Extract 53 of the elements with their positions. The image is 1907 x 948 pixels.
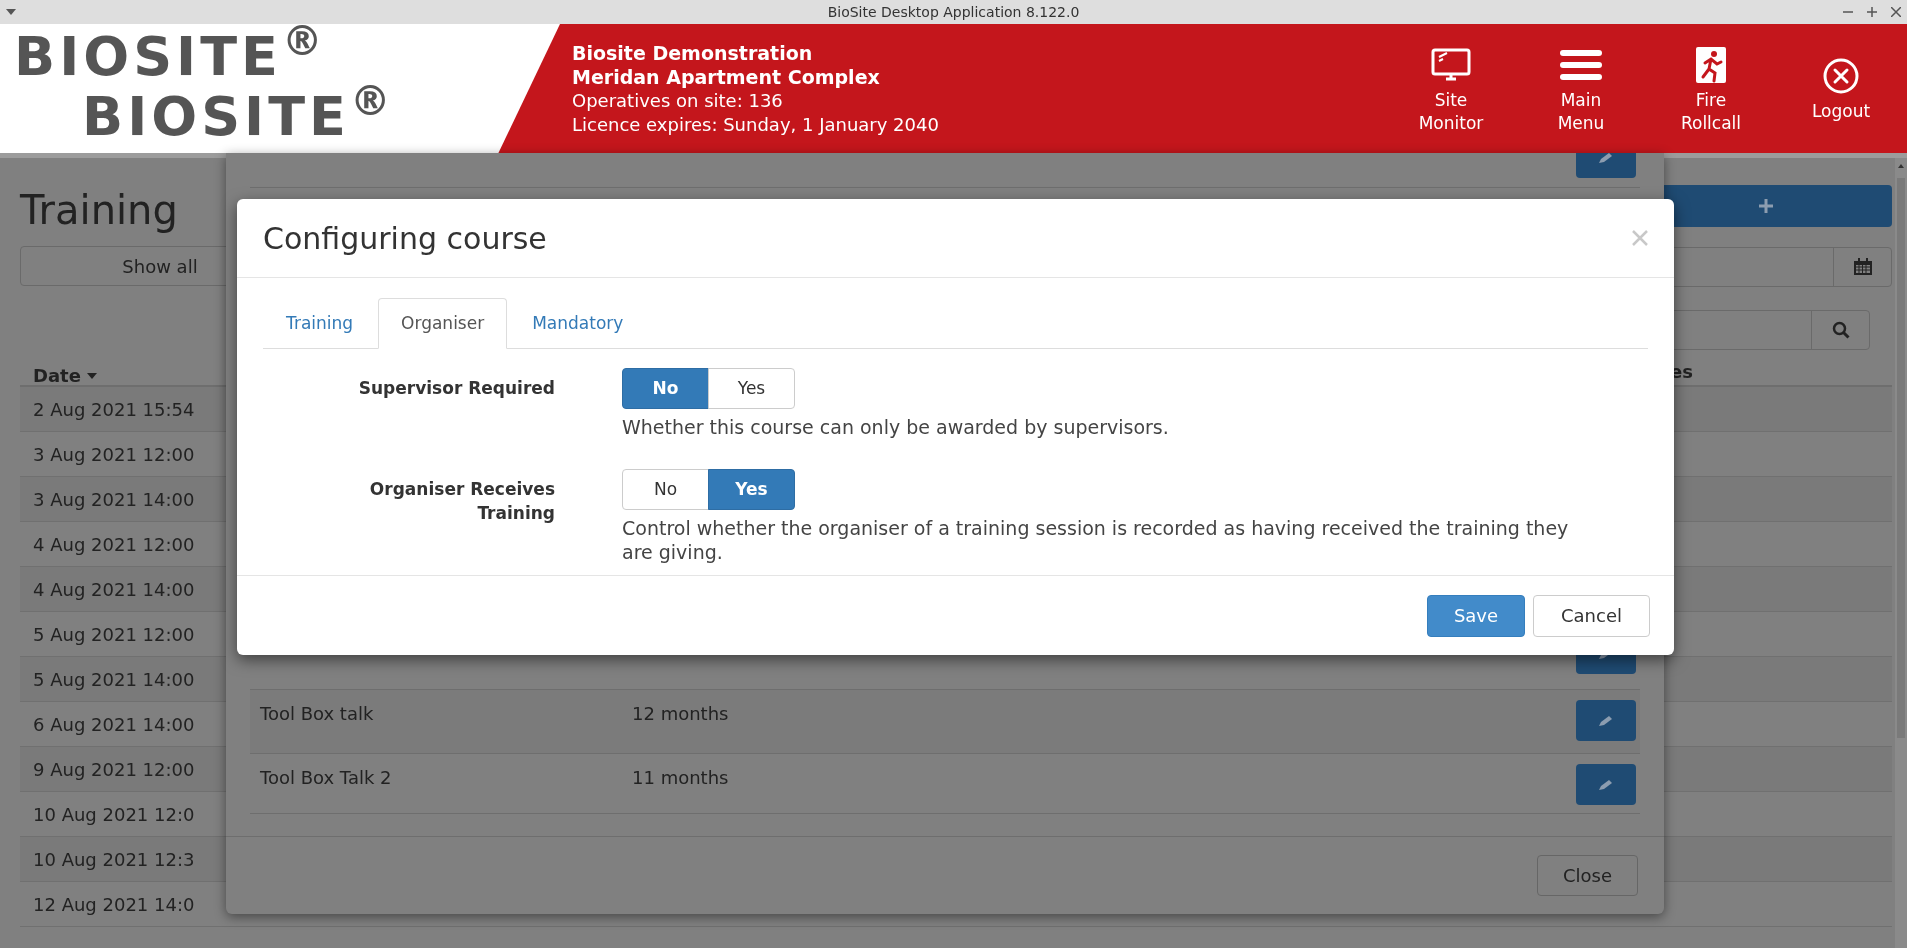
table-cell-text: 10 Aug 2021 12:0 <box>33 802 195 827</box>
site-name: Meridan Apartment Complex <box>572 64 881 89</box>
column-header[interactable]: Date <box>33 362 97 389</box>
help-text: Whether this course can only be awarded by supervisors. <box>622 415 1170 439</box>
pencil-icon <box>1598 778 1614 791</box>
plus-icon <box>1759 199 1773 213</box>
nav-button[interactable]: Logout <box>1789 58 1893 123</box>
table-cell-text: 5 Aug 2021 14:00 <box>33 667 195 692</box>
table-cell-text: 5 Aug 2021 12:00 <box>33 622 195 647</box>
search-icon <box>1831 321 1850 339</box>
logo-text: BIOSITE$^{®}$ <box>82 87 395 147</box>
nav-button[interactable]: Fire Rollcall <box>1659 46 1763 135</box>
tab[interactable]: Mandatory <box>509 298 647 349</box>
table-cell-text: 11 months <box>632 766 729 790</box>
table-cell-text: 4 Aug 2021 14:00 <box>33 577 195 602</box>
pencil-icon <box>1598 714 1614 727</box>
monitor-icon <box>1430 46 1472 83</box>
nav-button[interactable]: Main Menu <box>1529 46 1633 135</box>
table-cell-text: 9 Aug 2021 12:00 <box>33 757 195 782</box>
toggle-option[interactable]: No <box>622 368 709 409</box>
table-cell-text: Tool Box talk <box>260 702 375 726</box>
table-cell-text: Tool Box Talk 2 <box>260 766 393 790</box>
nav-button[interactable]: Site Monitor <box>1399 46 1503 135</box>
toggle-option[interactable]: No <box>622 469 709 510</box>
menu-caret-icon[interactable] <box>6 9 16 15</box>
company-name: Biosite Demonstration <box>572 40 814 65</box>
licence-expiry: Licence expires: Sunday, 1 January 2040 <box>572 112 939 137</box>
logo-text: BIOSITE$^{®}$ <box>14 27 327 87</box>
table-cell-text: 3 Aug 2021 14:00 <box>33 487 195 512</box>
tab[interactable]: Organiser <box>378 298 508 349</box>
calendar-icon <box>1852 258 1873 276</box>
toggle-option[interactable]: Yes <box>708 469 795 510</box>
close-button[interactable]: Close <box>1537 855 1638 896</box>
field-label: Supervisor Required <box>357 377 555 400</box>
table-cell-text: 12 Aug 2021 14:0 <box>33 892 195 917</box>
page-title: Training <box>20 186 178 235</box>
table-cell-text: 4 Aug 2021 12:00 <box>33 532 195 557</box>
table-cell-text: 2 Aug 2021 15:54 <box>33 397 195 422</box>
operatives-count: Operatives on site: 136 <box>572 88 784 113</box>
table-cell-text: 3 Aug 2021 12:00 <box>33 442 195 467</box>
field-label: Organiser Receives Training <box>368 478 555 525</box>
save-button[interactable]: Save <box>1427 594 1525 637</box>
tab[interactable]: Training <box>263 298 377 349</box>
maximize-icon[interactable] <box>1867 7 1877 17</box>
table-cell-text: 12 months <box>632 702 729 726</box>
toggle-option[interactable]: Yes <box>708 368 795 409</box>
close-icon[interactable] <box>1891 7 1901 17</box>
window-title: BioSite Desktop Application 8.122.0 <box>827 3 1080 20</box>
help-text: Control whether the organiser of a training session is recorded as having received the training they are giving. <box>622 516 1570 564</box>
table-cell-text: 6 Aug 2021 14:00 <box>33 712 195 737</box>
cancel-button[interactable]: Cancel <box>1533 594 1650 637</box>
table-cell-text: 10 Aug 2021 12:3 <box>33 847 195 872</box>
sort-caret-icon <box>86 372 97 379</box>
